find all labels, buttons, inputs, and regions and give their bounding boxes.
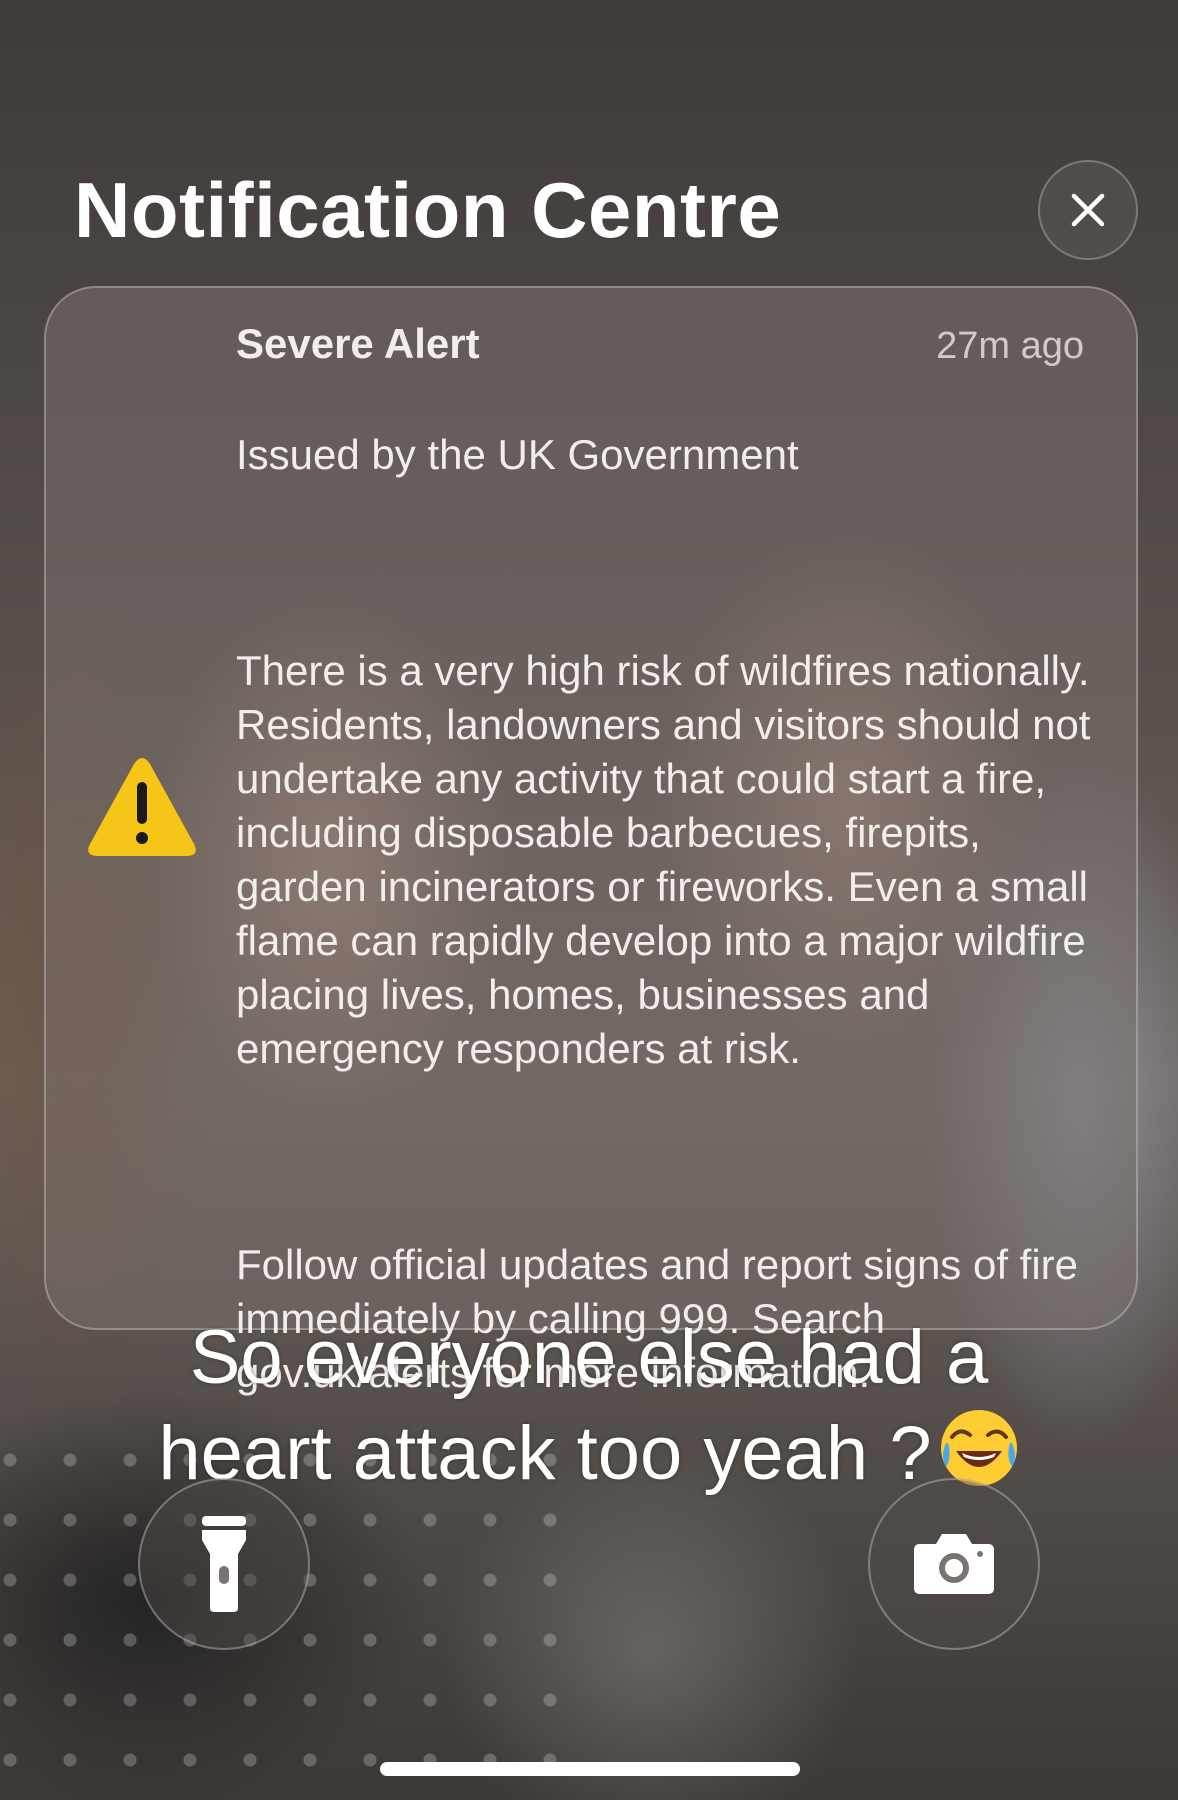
caption-line-2-text: heart attack too yeah ?	[158, 1411, 932, 1496]
close-button[interactable]	[1038, 160, 1138, 260]
caption-overlay: So everyone else had a heart attack too …	[0, 1310, 1178, 1502]
close-icon	[1071, 193, 1105, 227]
home-indicator[interactable]	[380, 1762, 800, 1776]
flashlight-icon	[202, 1516, 246, 1612]
page-title: Notification Centre	[74, 166, 782, 254]
warning-icon	[88, 758, 196, 856]
laughing-emoji-icon	[940, 1410, 1017, 1486]
camera-button[interactable]	[868, 1478, 1040, 1650]
alert-body: Issued by the UK Government There is a v…	[236, 374, 1096, 1454]
alert-paragraph-1: There is a very high risk of wildfires n…	[236, 647, 1091, 1072]
caption-line-2: heart attack too yeah ?	[0, 1406, 1178, 1502]
lock-screen: Notification Centre Severe Alert 27m ago…	[0, 0, 1178, 1800]
camera-icon	[914, 1534, 994, 1594]
alert-issuer: Issued by the UK Government	[236, 431, 799, 478]
alert-title: Severe Alert	[236, 320, 480, 367]
alert-timestamp: 27m ago	[936, 325, 1084, 367]
flashlight-button[interactable]	[138, 1478, 310, 1650]
caption-line-1: So everyone else had a	[189, 1315, 989, 1400]
